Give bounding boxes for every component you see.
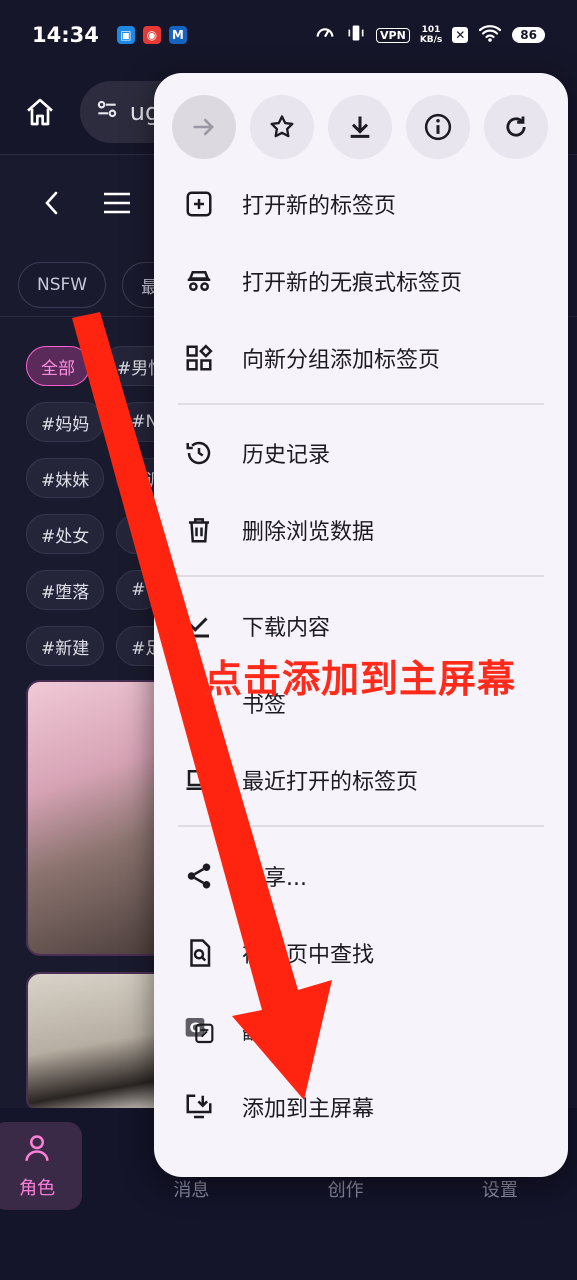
person-icon (23, 1133, 51, 1168)
download-check-icon (182, 609, 216, 643)
menu-item-history[interactable]: 历史记录 (154, 414, 568, 491)
menu-icon[interactable] (102, 190, 132, 220)
menu-divider (178, 403, 544, 405)
menu-item-recent-tabs[interactable]: 最近打开的标签页 (154, 741, 568, 818)
home-icon[interactable] (20, 92, 60, 132)
reload-button[interactable] (484, 95, 548, 159)
history-icon (182, 436, 216, 470)
new-tab-icon (182, 187, 216, 221)
back-icon[interactable] (40, 188, 64, 222)
speedometer-icon (314, 22, 336, 48)
menu-divider (178, 825, 544, 827)
annotation-text: 点击添加到主屏幕 (204, 657, 517, 701)
app-notification-icon: ◉ (142, 26, 161, 44)
mail-notification-icon: M (168, 26, 187, 44)
add-to-home-icon (182, 1090, 216, 1124)
app-notification-icon: ▣ (116, 26, 135, 44)
browser-overflow-menu: 打开新的标签页 打开新的无痕式标签页 向新分组添加标签页 历史记录 删除浏览数据… (154, 73, 568, 1177)
tag-item[interactable]: #妹妹 (26, 458, 105, 498)
incognito-icon (182, 264, 216, 298)
share-icon (182, 859, 216, 893)
tag-item[interactable] (116, 514, 157, 554)
vibrate-icon (346, 23, 366, 47)
menu-item-translate[interactable]: G 翻译... (154, 991, 568, 1068)
menu-item-tab-group[interactable]: 向新分组添加标签页 (154, 319, 568, 396)
menu-item-clear-data[interactable]: 删除浏览数据 (154, 491, 568, 568)
menu-toolbar (154, 95, 566, 159)
menu-item-add-to-home[interactable]: 添加到主屏幕 (154, 1068, 568, 1145)
menu-item-new-tab[interactable]: 打开新的标签页 (154, 165, 568, 242)
tag-item[interactable]: #处女 (26, 514, 105, 554)
wifi-icon (478, 23, 502, 47)
status-time: 14:34 (32, 23, 99, 47)
vpn-badge: VPN (376, 27, 410, 43)
status-bar: 14:34 ▣ ◉ M VPN 101 KB/s ✕ 86 (0, 0, 577, 70)
no-sim-icon: ✕ (452, 27, 469, 43)
tag-item[interactable]: #堕落 (26, 570, 105, 610)
tab-group-icon (182, 341, 216, 375)
nav-characters[interactable]: 角色 (0, 1122, 83, 1210)
download-button[interactable] (328, 95, 392, 159)
translate-icon: G (182, 1013, 216, 1047)
laptop-icon (182, 763, 216, 797)
battery-indicator: 86 (512, 27, 545, 43)
site-settings-icon[interactable] (94, 96, 120, 128)
trash-icon (182, 513, 216, 547)
network-speed: 101 KB/s (419, 25, 443, 45)
menu-divider (178, 575, 544, 577)
bookmark-star-button[interactable] (250, 95, 314, 159)
tag-item[interactable]: #新建 (26, 626, 105, 666)
page-info-button[interactable] (406, 95, 470, 159)
tag-item[interactable]: #妈妈 (26, 402, 105, 442)
menu-item-share[interactable]: 分享... (154, 837, 568, 914)
menu-item-incognito[interactable]: 打开新的无痕式标签页 (154, 242, 568, 319)
tag-all[interactable]: 全部 (26, 346, 90, 386)
chip-nsfw[interactable]: NSFW (18, 262, 107, 308)
forward-button[interactable] (172, 95, 236, 159)
find-in-page-icon (182, 936, 216, 970)
menu-item-find-in-page[interactable]: 在网页中查找 (154, 914, 568, 991)
